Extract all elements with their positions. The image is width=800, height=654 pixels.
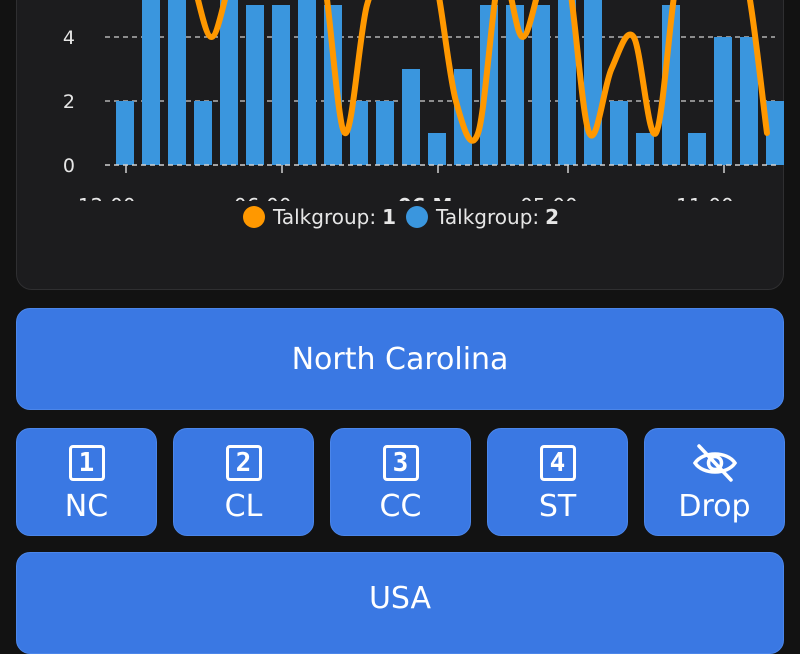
drop-button-label: Drop [678, 489, 751, 524]
bar [688, 133, 706, 165]
bar [116, 101, 134, 165]
number-3-icon: 3 [381, 443, 421, 483]
bar [584, 0, 602, 165]
bar [142, 0, 160, 165]
number-1-icon: 1 [67, 443, 107, 483]
cl-button[interactable]: 2 CL [173, 428, 314, 536]
x-tick-label: 05:00 am [520, 194, 616, 201]
bar [298, 0, 316, 165]
cc-button[interactable]: 3 CC [330, 428, 471, 536]
legend-label-talkgroup-1: Talkgroup: [272, 205, 377, 229]
number-2-icon: 2 [224, 443, 264, 483]
st-button-label: ST [538, 489, 577, 524]
bar [168, 0, 186, 165]
bar [246, 5, 264, 165]
bar [714, 37, 732, 165]
legend-dot-talkgroup-2 [406, 206, 428, 228]
bar [194, 101, 212, 165]
legend-label-talkgroup-2: Talkgroup: [436, 205, 540, 229]
eye-off-icon [692, 443, 737, 483]
bar [428, 133, 446, 165]
bar [220, 0, 238, 165]
usa-button[interactable]: USA [16, 552, 784, 654]
cl-button-label: CL [224, 489, 263, 524]
legend-dot-talkgroup-1 [242, 206, 265, 228]
bar [376, 101, 394, 165]
st-button[interactable]: 4 ST [487, 428, 628, 536]
bar [610, 101, 628, 165]
x-tick-label: 11:00 am [676, 194, 772, 201]
activity-chart: 0 2 4 12:00 pm 06:00 pm 06 May 05:00 am 11:00 a… [63, 0, 784, 201]
talkgroup-button-row: 1 NC 2 CL 3 CC 4 ST Drop [16, 428, 786, 536]
bar [532, 5, 550, 165]
number-4-icon: 4 [538, 443, 578, 483]
cc-button-label: CC [379, 489, 422, 524]
bar [636, 133, 654, 165]
legend-item-talkgroup-1[interactable]: Talkgroup: 1 [242, 205, 396, 229]
chart-card: 0 2 4 12:00 pm 06:00 pm 06 May 05:00 am 11:00 a… [16, 0, 784, 290]
legend-value-talkgroup-2: 2 [545, 205, 560, 229]
legend-value-talkgroup-1: 1 [382, 205, 396, 229]
north-carolina-button[interactable]: North Carolina [16, 308, 784, 410]
bar [506, 5, 524, 165]
nc-button-label: NC [64, 489, 109, 524]
chart-legend: Talkgroup: 1 Talkgroup: 2 [17, 205, 785, 229]
y-tick-label: 0 [63, 155, 75, 177]
drop-button[interactable]: Drop [644, 428, 785, 536]
y-tick-label: 2 [63, 91, 75, 113]
x-tick-label: 06 May [398, 194, 479, 201]
legend-item-talkgroup-2[interactable]: Talkgroup: 2 [406, 205, 559, 229]
nc-button[interactable]: 1 NC [16, 428, 157, 536]
bar [272, 5, 290, 165]
bar [402, 69, 420, 165]
x-tick-label: 06:00 pm [234, 194, 330, 201]
y-tick-label: 4 [63, 27, 75, 49]
x-tick-label: 12:00 pm [78, 194, 174, 201]
